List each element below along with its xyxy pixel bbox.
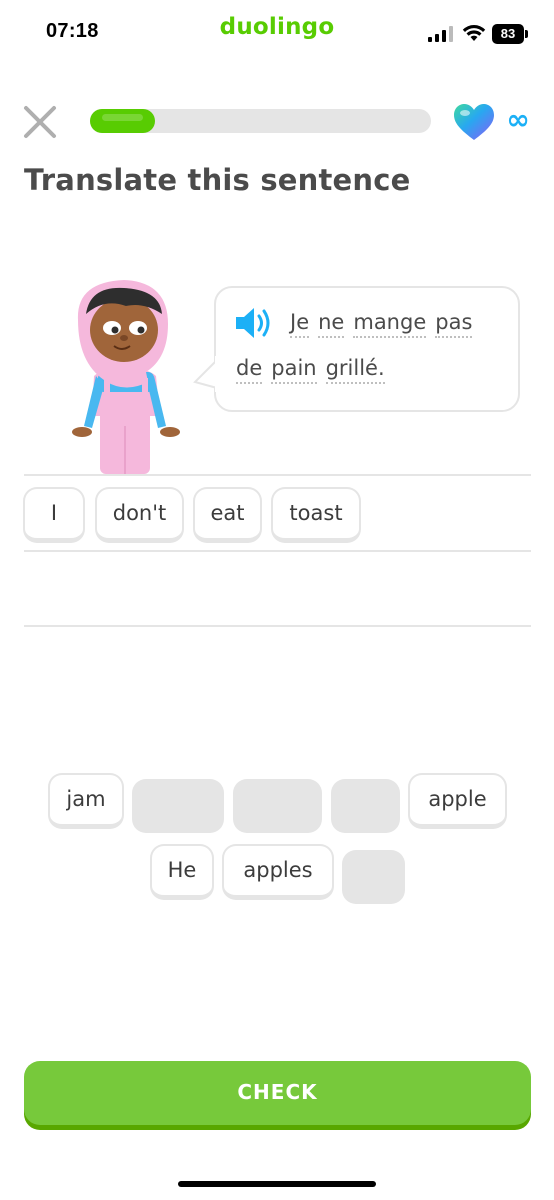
character-illustration xyxy=(72,280,180,474)
word-bank-chip[interactable]: He xyxy=(150,844,214,900)
answer-word-chip[interactable]: I xyxy=(23,487,85,543)
prompt-line-2: de pain grillé. xyxy=(236,356,394,384)
word-bank-chip[interactable]: jam xyxy=(48,773,124,829)
word-bank-empty-slot xyxy=(331,779,400,833)
check-button[interactable]: CHECK xyxy=(24,1061,531,1125)
prompt-word[interactable]: pas xyxy=(435,310,473,338)
prompt-word[interactable]: Je xyxy=(290,310,310,338)
infinity-hearts-count: ∞ xyxy=(506,103,530,136)
cellular-signal-icon xyxy=(428,26,453,42)
progress-fill xyxy=(90,109,155,133)
answer-word-chip[interactable]: eat xyxy=(193,487,262,543)
exercise-instruction: Translate this sentence xyxy=(24,163,411,197)
prompt-word[interactable]: mange xyxy=(353,310,427,338)
progress-shine xyxy=(102,114,143,121)
word-bank-chip[interactable]: apples xyxy=(222,844,334,900)
answer-line xyxy=(24,625,531,627)
speaker-icon[interactable] xyxy=(234,305,274,341)
word-bank-empty-slot xyxy=(132,779,224,833)
word-bank-empty-slot xyxy=(233,779,322,833)
speech-bubble-tail xyxy=(193,356,219,392)
prompt-word[interactable]: ne xyxy=(318,310,345,338)
answer-word-chip[interactable]: don't xyxy=(95,487,184,543)
home-indicator xyxy=(178,1181,376,1187)
battery-tip xyxy=(525,30,528,38)
wifi-icon xyxy=(462,25,486,41)
battery-icon: 83 xyxy=(492,24,524,44)
answer-line xyxy=(24,550,531,552)
word-bank-chip[interactable]: apple xyxy=(408,773,507,829)
prompt-word[interactable]: de xyxy=(236,356,263,384)
prompt-word[interactable]: grillé. xyxy=(325,356,385,384)
answer-line xyxy=(24,474,531,476)
prompt-word[interactable]: pain xyxy=(271,356,317,384)
word-bank-empty-slot xyxy=(342,850,405,904)
prompt-line-1: Je ne mange pas xyxy=(290,310,481,338)
close-icon[interactable] xyxy=(22,104,58,140)
heart-icon[interactable] xyxy=(452,102,496,142)
answer-word-chip[interactable]: toast xyxy=(271,487,361,543)
